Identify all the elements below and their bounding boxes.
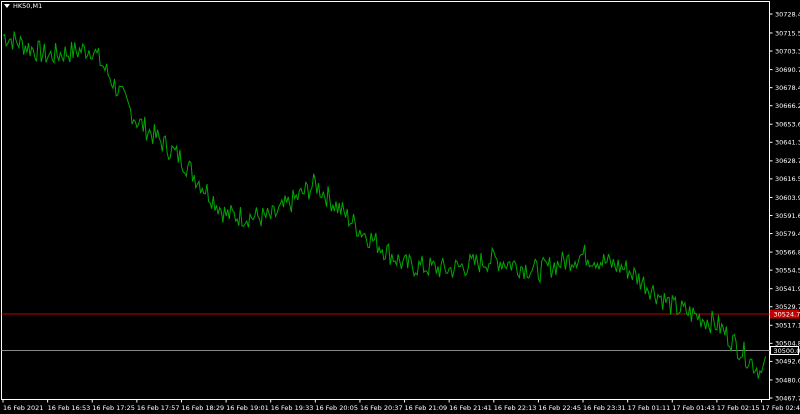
x-tick-label: 16 Feb 17:57 xyxy=(137,404,180,412)
x-tick-label: 16 Feb 2021 xyxy=(3,404,43,412)
x-tick-label: 16 Feb 21:09 xyxy=(405,404,448,412)
x-tick-label: 16 Feb 18:29 xyxy=(181,404,224,412)
y-tick-label: 30715.55 xyxy=(775,29,800,37)
price-series-line xyxy=(2,31,766,379)
y-tick-label: 30653.60 xyxy=(775,121,800,129)
y-tick-label: 30703.30 xyxy=(775,47,800,55)
y-tick-label: 30678.45 xyxy=(775,84,800,92)
x-tick-label: 17 Feb 02:15 xyxy=(717,404,760,412)
y-tick-label: 30480.00 xyxy=(775,376,800,384)
y-tick-label: 30541.95 xyxy=(775,285,800,293)
x-tick-label: 17 Feb 01:11 xyxy=(628,404,671,412)
x-tick-label: 16 Feb 19:01 xyxy=(226,404,269,412)
y-tick-label: 30579.40 xyxy=(775,230,800,238)
x-tick-label: 16 Feb 21:41 xyxy=(449,404,492,412)
y-tick-label: 30492.60 xyxy=(775,358,800,366)
x-tick-label: 16 Feb 20:37 xyxy=(360,404,403,412)
x-tick-label: 16 Feb 23:31 xyxy=(583,404,626,412)
y-tick-label: 30566.80 xyxy=(775,248,800,256)
y-tick-label: 30690.70 xyxy=(775,66,800,74)
y-tick-label: 30616.50 xyxy=(775,175,800,183)
x-tick-label: 16 Feb 20:05 xyxy=(315,404,358,412)
plot-frame xyxy=(1,1,770,400)
x-tick-label: 17 Feb 02:47 xyxy=(762,404,800,412)
x-tick-label: 16 Feb 22:13 xyxy=(494,404,537,412)
y-tick-label: 30603.90 xyxy=(775,194,800,202)
level-price-label: 30500.00 xyxy=(774,347,800,355)
y-tick-label: 30641.35 xyxy=(775,139,800,147)
y-tick-label: 30554.55 xyxy=(775,266,800,274)
y-tick-label: 30517.10 xyxy=(775,322,800,330)
y-tick-label: 30628.75 xyxy=(775,157,800,165)
x-tick-label: 16 Feb 17:25 xyxy=(92,404,135,412)
current-price-label: 30524.75 xyxy=(774,310,800,318)
x-tick-label: 16 Feb 16:53 xyxy=(48,404,91,412)
y-tick-label: 30467.75 xyxy=(775,394,800,402)
x-tick-label: 16 Feb 22:45 xyxy=(538,404,581,412)
y-tick-label: 30728.45 xyxy=(775,10,800,18)
y-tick-label: 30591.65 xyxy=(775,212,800,220)
y-tick-label: 30666.20 xyxy=(775,102,800,110)
x-tick-label: 17 Feb 01:43 xyxy=(672,404,715,412)
price-chart[interactable]: 30728.45 30715.55 30703.30 30690.70 30678.45… xyxy=(0,0,800,414)
x-tick-label: 16 Feb 19:33 xyxy=(271,404,314,412)
